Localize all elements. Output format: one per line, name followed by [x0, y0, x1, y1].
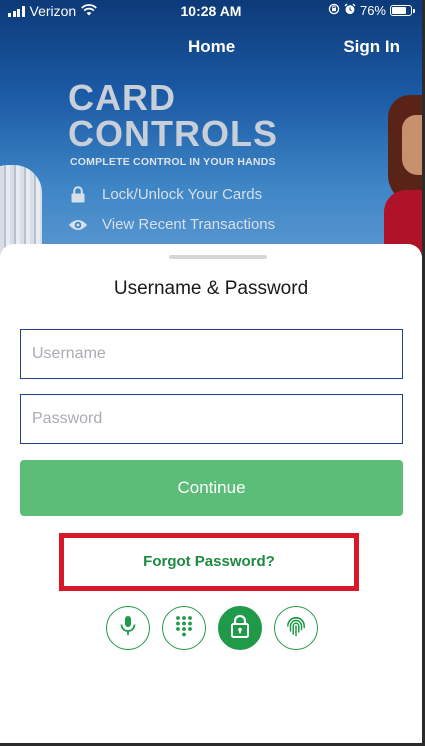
rotation-lock-icon [328, 3, 340, 18]
battery-percent: 76% [359, 3, 386, 18]
status-right: 76% [328, 3, 415, 18]
fingerprint-icon [284, 614, 308, 643]
microphone-icon [118, 615, 138, 642]
auth-method-selector [106, 606, 318, 650]
banner-feature-transactions-label: View Recent Transactions [102, 216, 276, 233]
padlock-icon [68, 186, 88, 203]
eye-icon [68, 218, 88, 232]
banner-subtitle: COMPLETE CONTROL IN YOUR HANDS [70, 156, 276, 168]
status-bar: Verizon 10:28 AM 76% [0, 0, 422, 22]
password-auth-button[interactable] [218, 606, 262, 650]
login-title: Username & Password [113, 278, 309, 299]
lock-icon [230, 614, 250, 643]
forgot-password-highlight: Forgot Password? [59, 533, 359, 591]
password-input[interactable] [20, 394, 403, 444]
banner-title-line2: CONTROLS [68, 113, 278, 154]
pin-auth-button[interactable] [162, 606, 206, 650]
voice-auth-button[interactable] [106, 606, 150, 650]
sheet-drag-handle[interactable] [169, 255, 267, 259]
banner-feature-lock: Lock/Unlock Your Cards [68, 186, 262, 203]
continue-button[interactable]: Continue [20, 460, 403, 516]
nav-home-link[interactable]: Home [188, 37, 235, 57]
username-input[interactable] [20, 329, 403, 379]
banner-feature-transactions: View Recent Transactions [68, 216, 275, 233]
alarm-icon [344, 3, 356, 18]
fingerprint-auth-button[interactable] [274, 606, 318, 650]
nav-sign-in-link[interactable]: Sign In [343, 37, 400, 57]
battery-icon [390, 5, 415, 16]
keypad-icon [175, 615, 193, 642]
login-screen: Verizon 10:28 AM 76% Home Sign In CARD C… [0, 0, 425, 746]
banner-title-line1: CARD [68, 77, 176, 118]
forgot-password-link[interactable]: Forgot Password? [64, 553, 354, 570]
login-sheet: Username & Password Continue Forgot Pass… [0, 244, 422, 743]
banner-feature-lock-label: Lock/Unlock Your Cards [102, 186, 263, 203]
hero-area: Verizon 10:28 AM 76% Home Sign In CARD C… [0, 0, 422, 280]
